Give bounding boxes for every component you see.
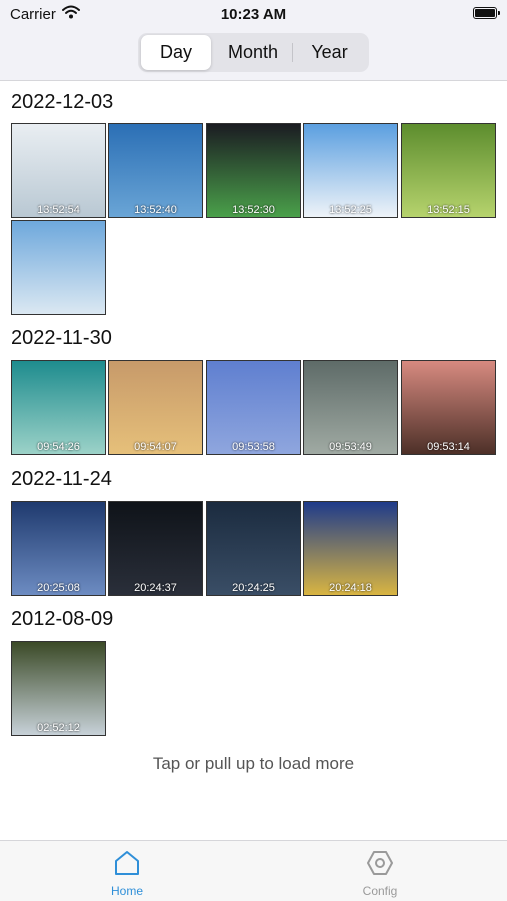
section-date: 2022-12-03 <box>11 91 114 113</box>
photo-thumbnail[interactable]: 09:54:07 <box>108 360 203 455</box>
photo-thumbnail[interactable]: 09:53:14 <box>401 360 496 455</box>
photo-time: 13:52:15 <box>427 204 470 216</box>
photo-thumbnail[interactable]: 13:52:25 <box>303 123 398 218</box>
photo-time: 13:52:54 <box>37 204 80 216</box>
photo-thumbnail[interactable]: 02:52:12 <box>11 641 106 736</box>
photo-time: 09:53:49 <box>329 441 372 453</box>
photo-thumbnail[interactable]: 13:52:54 <box>11 123 106 218</box>
photo-thumbnail[interactable]: 09:53:49 <box>303 360 398 455</box>
photo-time: 20:25:08 <box>37 582 80 594</box>
photo-time: 09:53:14 <box>427 441 470 453</box>
section-date: 2012-08-09 <box>11 608 114 630</box>
photo-time: 09:54:07 <box>134 441 177 453</box>
photo-thumbnail[interactable]: 09:54:26 <box>11 360 106 455</box>
photo-thumbnail[interactable]: 20:25:08 <box>11 501 106 596</box>
photo-time: 02:52:12 <box>37 722 80 734</box>
gear-hexagon-icon <box>366 849 394 882</box>
photo-time: 09:53:58 <box>232 441 275 453</box>
period-segmented-control: Day Month Year <box>138 33 369 72</box>
load-more-hint[interactable]: Tap or pull up to load more <box>0 754 507 774</box>
photo-time: 09:54:26 <box>37 441 80 453</box>
photo-thumbnail[interactable]: 20:24:37 <box>108 501 203 596</box>
navigation-bar: Day Month Year <box>0 28 507 81</box>
tab-label: Home <box>110 884 143 898</box>
segment-year[interactable]: Year <box>293 35 366 70</box>
photo-time: 13:52:25 <box>329 204 372 216</box>
status-time: 10:23 AM <box>220 6 287 23</box>
photo-thumbnail[interactable]: 13:52:40 <box>108 123 203 218</box>
photo-time: 20:24:37 <box>134 582 177 594</box>
photo-thumbnail[interactable]: 20:24:25 <box>206 501 301 596</box>
tab-config[interactable]: Config <box>330 841 430 901</box>
photo-thumbnail[interactable]: 20:24:18 <box>303 501 398 596</box>
photo-thumbnail[interactable]: 13:52:15 <box>401 123 496 218</box>
segment-day[interactable]: Day <box>141 35 211 70</box>
section-date: 2022-11-30 <box>11 327 112 349</box>
photo-time: 13:52:30 <box>232 204 275 216</box>
status-bar: Carrier 10:23 AM <box>0 0 507 28</box>
photo-thumbnail[interactable]: 13:52:30 <box>206 123 301 218</box>
tab-bar: Home Config <box>0 840 507 901</box>
photo-time: 13:52:40 <box>134 204 177 216</box>
tab-label: Config <box>362 884 398 898</box>
tab-home[interactable]: Home <box>77 841 177 901</box>
photo-time: 20:24:25 <box>232 582 275 594</box>
home-icon <box>113 849 141 882</box>
segment-month[interactable]: Month <box>214 35 292 70</box>
photo-time: 20:24:18 <box>329 582 372 594</box>
photo-thumbnail[interactable]: 09:53:58 <box>206 360 301 455</box>
section-date: 2022-11-24 <box>11 468 112 490</box>
battery-icon <box>473 7 500 19</box>
photo-thumbnail[interactable] <box>11 220 106 315</box>
